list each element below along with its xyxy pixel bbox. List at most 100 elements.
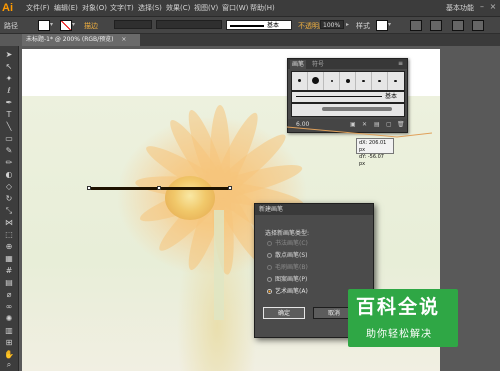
menu-type[interactable]: 文字(T) [110, 3, 134, 13]
radio-label: 艺术画笔(A) [275, 288, 308, 295]
direct-selection-tool-icon[interactable]: ↖ [3, 62, 15, 72]
tooltip-dx: dX: 206.01 px [359, 140, 387, 153]
pen-tool-icon[interactable]: ✒ [3, 98, 15, 108]
menu-select[interactable]: 选择(S) [138, 3, 162, 13]
app-logo: Ai [2, 2, 13, 14]
shape-builder-tool-icon[interactable]: ⊕ [3, 242, 15, 252]
fill-dropdown-icon[interactable]: ▾ [50, 20, 57, 29]
document-setup-icon[interactable] [410, 20, 422, 31]
radio-pattern[interactable]: 图案画笔(P) [267, 276, 307, 284]
menu-help[interactable]: 帮助(H) [250, 3, 275, 13]
radio-circle [267, 241, 272, 246]
document-tab-title: 未标题-1* @ 200% (RGB/预览) [26, 36, 114, 43]
radio-scatter[interactable]: 散点画笔(S) [267, 252, 308, 260]
radio-circle [267, 265, 272, 270]
tools-panel: ➤ ↖ ✦ ℓ ✒ T ╲ ▭ ✎ ✏ ◐ ◇ ↻ ⤡ ⋈ ⬚ ⊕ ▦ # ▤ … [0, 46, 19, 371]
close-tab-icon[interactable]: × [121, 36, 126, 43]
radio-art[interactable]: 艺术画笔(A) [267, 288, 308, 296]
stroke-weight-field[interactable] [114, 20, 152, 29]
radio-label: 图案画笔(P) [275, 276, 308, 283]
gradient-tool-icon[interactable]: ▤ [3, 278, 15, 288]
minimize-icon[interactable]: – [478, 2, 486, 12]
rectangle-tool-icon[interactable]: ▭ [3, 134, 15, 144]
zoom-tool-icon[interactable]: ⌕ [3, 360, 15, 370]
artboard-tool-icon[interactable]: ⊞ [3, 338, 15, 348]
anchor-point[interactable] [157, 186, 161, 190]
stroke-dropdown-icon[interactable]: ▾ [72, 20, 79, 29]
radio-circle [267, 277, 272, 282]
symbol-sprayer-tool-icon[interactable]: ✺ [3, 314, 15, 324]
radio-label: 散点画笔(S) [275, 252, 308, 259]
mesh-tool-icon[interactable]: # [3, 266, 15, 276]
basic-brush-label: 基本 [385, 93, 398, 100]
lasso-tool-icon[interactable]: ℓ [3, 86, 15, 96]
brush-name: 基本 [267, 22, 280, 29]
panel-header: 画笔 符号 ≡ [288, 59, 407, 69]
opacity-field[interactable]: 100% [320, 20, 344, 29]
paintbrush-tool-icon[interactable]: ✎ [3, 146, 15, 156]
variable-width-profile[interactable] [156, 20, 222, 29]
menu-effect[interactable]: 效果(C) [166, 3, 190, 13]
hand-tool-icon[interactable]: ✋ [3, 350, 15, 360]
width-tool-icon[interactable]: ⋈ [3, 218, 15, 228]
selection-tool-icon[interactable]: ➤ [3, 50, 15, 60]
rotate-tool-icon[interactable]: ↻ [3, 194, 15, 204]
graphic-style-swatch[interactable] [376, 20, 388, 31]
blob-brush-tool-icon[interactable]: ◐ [3, 170, 15, 180]
eraser-tool-icon[interactable]: ◇ [3, 182, 15, 192]
anchor-point[interactable] [228, 186, 232, 190]
brushes-panel: 画笔 符号 ≡ 基本 6.00 ▣ ✕ ▤ ▢ 🗑 [287, 58, 408, 133]
brush-swatch[interactable] [356, 72, 372, 90]
preferences-icon[interactable] [430, 20, 442, 31]
menu-window[interactable]: 窗口(W) [222, 3, 248, 13]
eyedropper-tool-icon[interactable]: ⌀ [3, 290, 15, 300]
fill-swatch[interactable] [38, 20, 50, 31]
basic-brush-row[interactable]: 基本 [291, 91, 405, 103]
menu-file[interactable]: 文件(F) [26, 3, 50, 13]
perspective-grid-tool-icon[interactable]: ▦ [3, 254, 15, 264]
stroke-swatch[interactable] [60, 20, 72, 31]
blend-tool-icon[interactable]: ∞ [3, 302, 15, 312]
pencil-tool-icon[interactable]: ✏ [3, 158, 15, 168]
stroke-label[interactable]: 描边 [84, 21, 98, 31]
anchor-point[interactable] [87, 186, 91, 190]
type-tool-icon[interactable]: T [3, 110, 15, 120]
graph-tool-icon[interactable]: ▥ [3, 326, 15, 336]
watermark-title: 百科全说 [356, 296, 441, 318]
selection-type-label: 路径 [4, 22, 18, 30]
brush-definition-picker[interactable]: 基本 [226, 20, 292, 30]
brush-swatch[interactable] [324, 72, 340, 90]
watermark-subtitle: 助你轻松解决 [366, 329, 432, 340]
brush-swatch[interactable] [388, 72, 404, 90]
radio-bristle[interactable]: 毛刷画笔(B) [267, 264, 308, 272]
free-transform-tool-icon[interactable]: ⬚ [3, 230, 15, 240]
style-dropdown-icon[interactable]: ▾ [388, 20, 395, 29]
menu-edit[interactable]: 编辑(E) [54, 3, 78, 13]
tab-symbols[interactable]: 符号 [310, 60, 326, 69]
close-window-icon[interactable]: × [489, 2, 497, 12]
brush-swatch[interactable] [308, 72, 324, 90]
radio-calligraphic[interactable]: 书法画笔(C) [267, 240, 308, 248]
watermark-logo: 百科全说 助你轻松解决 [348, 289, 458, 347]
dialog-title: 新建画笔 [255, 204, 373, 215]
align-icon[interactable] [452, 20, 464, 31]
art-brush-row[interactable] [291, 103, 405, 117]
menu-object[interactable]: 对象(O) [82, 3, 107, 13]
brush-swatch[interactable] [340, 72, 356, 90]
brush-swatch[interactable] [372, 72, 388, 90]
radio-circle [267, 289, 272, 294]
brush-swatch[interactable] [292, 72, 308, 90]
line-tool-icon[interactable]: ╲ [3, 122, 15, 132]
ok-button[interactable]: 确定 [263, 307, 305, 319]
transform-icon[interactable] [472, 20, 484, 31]
menu-view[interactable]: 视图(V) [194, 3, 218, 13]
scale-tool-icon[interactable]: ⤡ [3, 206, 15, 216]
opacity-dropdown-icon[interactable]: ▸ [346, 20, 353, 29]
tab-brushes[interactable]: 画笔 [290, 60, 307, 69]
document-tab[interactable]: 未标题-1* @ 200% (RGB/预览) × [22, 34, 140, 46]
magic-wand-tool-icon[interactable]: ✦ [3, 74, 15, 84]
drag-offset-tooltip: dX: 206.01 px dY: -56.07 px [356, 138, 394, 167]
workspace-switcher[interactable]: 基本功能 [446, 3, 474, 13]
brush-swatches [291, 71, 405, 91]
panel-menu-icon[interactable]: ≡ [398, 60, 403, 67]
